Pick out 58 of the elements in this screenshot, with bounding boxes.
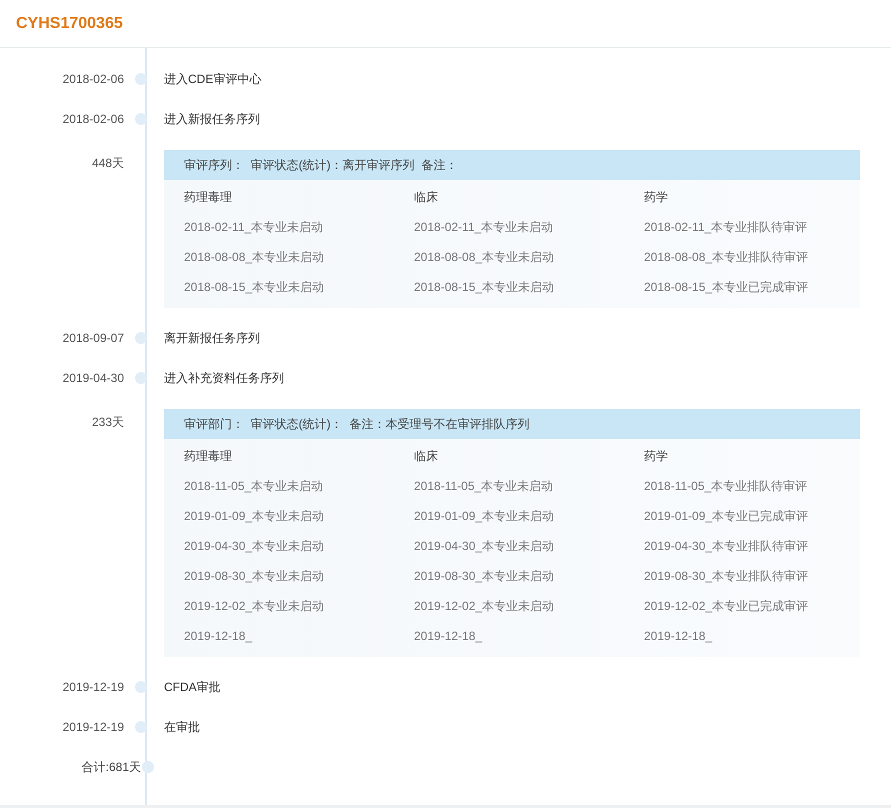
event-label: 进入CDE审评中心 (164, 70, 262, 88)
table-cell: 2018-02-11_本专业排队待审评 (644, 218, 808, 236)
column-header: 临床 (414, 448, 438, 464)
column-header: 药学 (644, 448, 668, 464)
event-label: 进入新报任务序列 (164, 110, 260, 128)
table-cell: 2018-08-08_本专业未启动 (414, 248, 554, 266)
table-cell: 2018-08-15_本专业已完成审评 (644, 278, 808, 296)
table-cell: 2018-11-05_本专业未启动 (184, 478, 324, 494)
table-cell: 2019-12-18_ (184, 629, 252, 643)
table-cell: 2018-08-08_本专业未启动 (184, 248, 324, 266)
table-cell: 2019-12-02_本专业未启动 (414, 598, 554, 614)
timeline-dot (142, 761, 154, 773)
table-cell: 2018-08-15_本专业未启动 (184, 278, 324, 296)
event-date: 2018-02-06 (62, 112, 124, 126)
table-cell: 2018-02-11_本专业未启动 (184, 218, 324, 236)
event-date: 2019-04-30 (62, 371, 124, 385)
duration-text: 233天 (92, 414, 124, 431)
table-cell: 2019-12-18_ (644, 629, 712, 643)
table-cell: 2018-08-08_本专业排队待审评 (644, 248, 808, 266)
table-cell: 2019-01-09_本专业已完成审评 (644, 508, 808, 524)
column-header: 临床 (414, 188, 438, 206)
table-cell: 2018-08-15_本专业未启动 (414, 278, 554, 296)
timeline-dot (135, 372, 147, 384)
column-header: 药学 (644, 188, 668, 206)
table-cell: 2018-11-05_本专业排队待审评 (644, 478, 808, 494)
column-header: 药理毒理 (184, 188, 232, 206)
table-cell: 2019-08-30_本专业排队待审评 (644, 568, 808, 584)
table-cell: 2019-12-02_本专业已完成审评 (644, 598, 808, 614)
table-cell: 2019-08-30_本专业未启动 (184, 568, 324, 584)
table-cell: 2019-12-18_ (414, 629, 482, 643)
event-date: 2019-12-19 (62, 720, 124, 734)
table-cell: 2019-04-30_本专业未启动 (414, 538, 554, 554)
timeline-dot (135, 73, 147, 85)
table-cell: 2019-08-30_本专业未启动 (414, 568, 554, 584)
timeline-dot (135, 113, 147, 125)
event-label: 离开新报任务序列 (164, 330, 260, 346)
table-cell: 2018-02-11_本专业未启动 (414, 218, 554, 236)
event-label: 进入补充资料任务序列 (164, 370, 284, 386)
timeline-dot (135, 721, 147, 733)
table-cell: 2019-01-09_本专业未启动 (414, 508, 554, 524)
duration-text: 448天 (92, 155, 124, 172)
table-cell: 2019-04-30_本专业未启动 (184, 538, 324, 554)
table-cell: 2019-12-02_本专业未启动 (184, 598, 324, 614)
event-label: 在审批 (164, 718, 200, 736)
event-date: 2019-12-19 (62, 680, 124, 694)
event-label: CFDA审批 (164, 678, 221, 696)
event-date: 2018-02-06 (62, 72, 124, 86)
table-cell: 2019-04-30_本专业排队待审评 (644, 538, 808, 554)
timeline-dot (135, 681, 147, 693)
column-header: 药理毒理 (184, 448, 232, 464)
event-date: 2018-09-07 (62, 331, 124, 345)
timeline-dot (135, 332, 147, 344)
table-cell: 2018-11-05_本专业未启动 (414, 478, 554, 494)
card-header: 审评序列： 审评状态(统计)：离开审评序列 备注： (164, 150, 860, 180)
card-header: 审评部门： 审评状态(统计)： 备注：本受理号不在审评排队序列 (164, 409, 860, 439)
table-cell: 2019-01-09_本专业未启动 (184, 508, 324, 524)
total-text: 合计:681天 (82, 758, 141, 776)
page-title: CYHS1700365 (16, 14, 123, 32)
